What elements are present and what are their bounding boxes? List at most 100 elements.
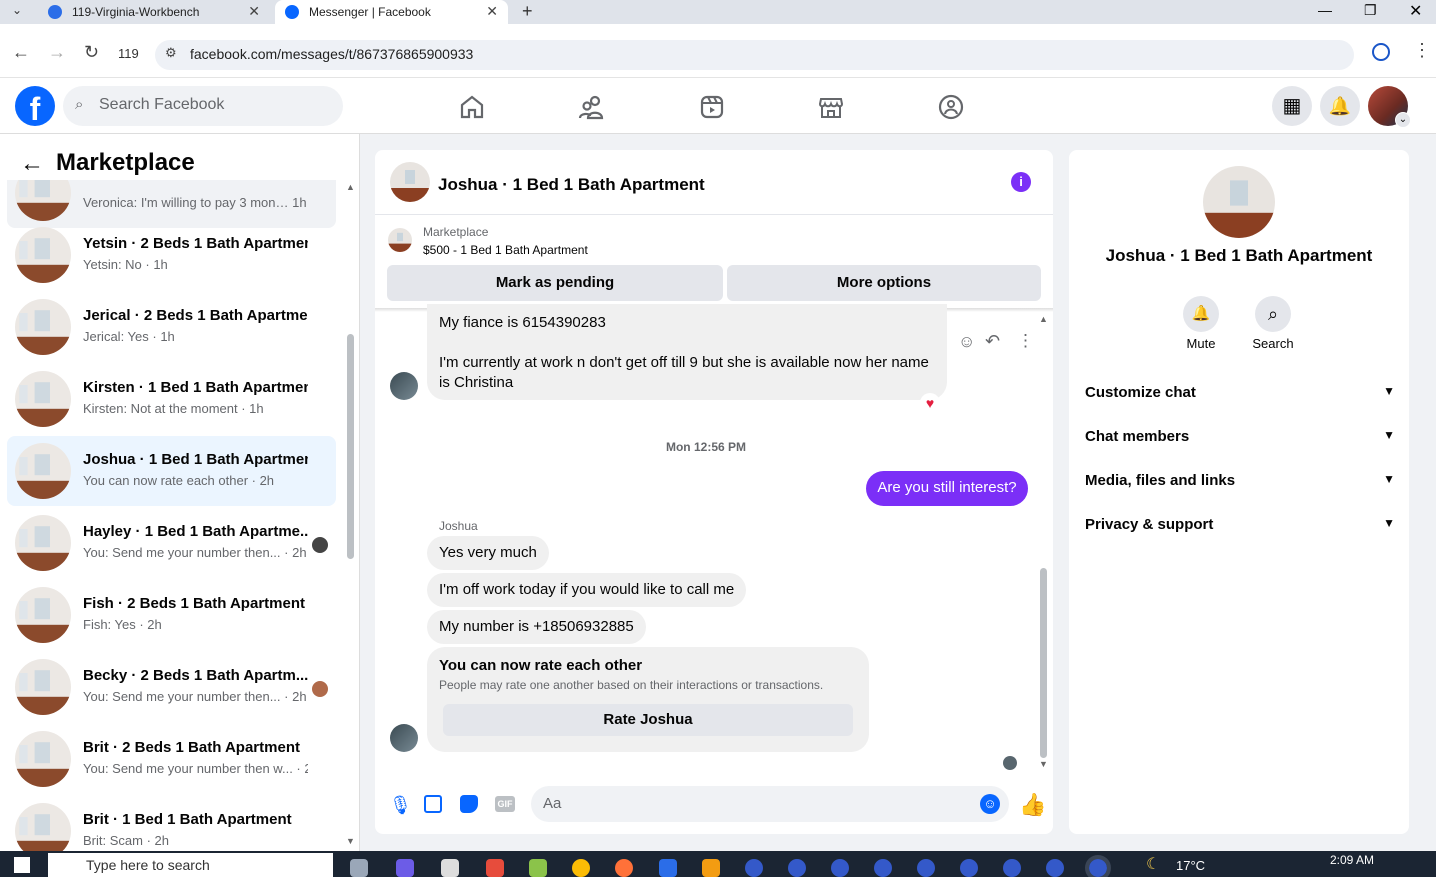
chat-scrollbar[interactable] xyxy=(1040,568,1047,758)
listing-price[interactable]: $500 - 1 Bed 1 Bath Apartment xyxy=(423,243,588,257)
more-options-button[interactable]: More options xyxy=(727,265,1041,301)
menu-grid-button[interactable]: ▦ xyxy=(1272,86,1312,126)
app-icon[interactable] xyxy=(702,859,720,877)
new-tab-icon[interactable]: + xyxy=(522,1,533,22)
browser-tab[interactable]: 119-Virginia-Workbench ✕ xyxy=(38,0,270,24)
friends-icon[interactable] xyxy=(577,92,607,122)
conversation-item[interactable]: Joshua · 1 Bed 1 Bath Apartment You can n… xyxy=(7,436,336,506)
chat-title[interactable]: Joshua · 1 Bed 1 Bath Apartment xyxy=(438,175,705,195)
react-emoji-icon[interactable]: ☺ xyxy=(958,332,975,352)
conversation-item[interactable]: Becky · 2 Beds 1 Bath Apartm... You: Send… xyxy=(7,652,336,722)
scroll-down-arrow-icon[interactable]: ▼ xyxy=(346,836,355,846)
app-icon[interactable] xyxy=(659,859,677,877)
conversation-title: Kirsten · 1 Bed 1 Bath Apartment xyxy=(83,379,308,396)
profile-icon[interactable] xyxy=(1372,43,1390,61)
message-bubble[interactable]: I'm off work today if you would like to … xyxy=(427,573,747,607)
app-icon[interactable] xyxy=(529,859,547,877)
heart-reaction-icon[interactable]: ♥ xyxy=(920,393,940,413)
message-bubble[interactable]: My fiance is 6154390283 I'm currently at… xyxy=(427,304,947,400)
taskbar-search[interactable]: Type here to search xyxy=(48,853,333,877)
back-icon[interactable]: ← xyxy=(12,42,30,63)
clock[interactable]: 2:09 AM xyxy=(1330,853,1374,867)
conversation-item[interactable]: Jerical · 2 Beds 1 Bath Apartment Jerical… xyxy=(7,292,336,362)
chrome-icon[interactable] xyxy=(572,859,590,877)
browser-tab-active[interactable]: Messenger | Facebook ✕ xyxy=(275,0,508,24)
reload-icon[interactable]: ↻ xyxy=(84,42,99,63)
browser-instance-icon[interactable] xyxy=(960,859,978,877)
back-arrow-icon[interactable]: ← xyxy=(20,150,44,178)
copilot-icon[interactable] xyxy=(396,859,414,877)
close-tab-icon[interactable]: ✕ xyxy=(486,3,498,20)
rating-title: You can now rate each other xyxy=(439,657,643,674)
message-input[interactable]: Aa ☺ xyxy=(531,786,1009,822)
listing-thumbnail[interactable] xyxy=(388,228,412,252)
browser-instance-icon[interactable] xyxy=(1003,859,1021,877)
chat-header-thumbnail[interactable] xyxy=(390,162,430,202)
sender-avatar[interactable] xyxy=(390,724,418,752)
chat-scroll-down-icon[interactable]: ▼ xyxy=(1039,759,1048,769)
browser-instance-icon[interactable] xyxy=(788,859,806,877)
windows-start-icon[interactable] xyxy=(14,857,30,873)
conversation-item[interactable]: Hayley · 1 Bed 1 Bath Apartme... You: Sen… xyxy=(7,508,336,578)
reply-icon[interactable]: ↶ xyxy=(985,331,1000,352)
media-files-section[interactable]: Media, files and links ▼ xyxy=(1085,472,1395,489)
conversation-item[interactable]: Yetsin · 2 Beds 1 Bath Apartment Yetsin: … xyxy=(7,220,336,290)
app-icon[interactable] xyxy=(441,859,459,877)
conversation-item[interactable]: Kirsten · 1 Bed 1 Bath Apartment Kirsten:… xyxy=(7,364,336,434)
sent-message[interactable]: Are you still interest? xyxy=(866,471,1028,506)
participant-avatar xyxy=(312,681,328,697)
mark-pending-button[interactable]: Mark as pending xyxy=(387,265,723,301)
rate-joshua-button[interactable]: Rate Joshua xyxy=(443,704,853,736)
customize-chat-section[interactable]: Customize chat ▼ xyxy=(1085,384,1395,401)
conversation-item[interactable]: Fish · 2 Beds 1 Bath Apartment Fish: Yes … xyxy=(7,580,336,650)
browser-instance-icon[interactable] xyxy=(1046,859,1064,877)
browser-instance-icon[interactable] xyxy=(745,859,763,877)
emoji-icon[interactable]: ☺ xyxy=(980,794,1000,814)
sidebar-scrollbar[interactable] xyxy=(347,334,354,559)
message-bubble[interactable]: Yes very much xyxy=(427,536,549,570)
info-icon[interactable]: i xyxy=(1011,172,1031,192)
marketplace-icon[interactable] xyxy=(816,92,846,122)
browser-instance-icon[interactable] xyxy=(917,859,935,877)
window-close-icon[interactable]: ✕ xyxy=(1409,1,1422,21)
search-conversation-button[interactable]: ⌕ xyxy=(1255,296,1291,332)
details-thumbnail[interactable] xyxy=(1203,166,1275,238)
conversation-item[interactable]: Brit · 2 Beds 1 Bath Apartment You: Send … xyxy=(7,724,336,794)
extension-counter[interactable]: 119 xyxy=(118,46,139,61)
groups-icon[interactable] xyxy=(936,92,966,122)
site-info-icon[interactable]: ⚙ xyxy=(165,45,177,61)
conversation-item[interactable]: Brit · 1 Bed 1 Bath Apartment Brit: Scam … xyxy=(7,796,336,851)
task-view-icon[interactable] xyxy=(350,859,368,877)
browser-menu-icon[interactable]: ⋮ xyxy=(1413,40,1431,61)
gif-icon[interactable]: GIF xyxy=(495,796,515,812)
microphone-icon[interactable]: 🎙 xyxy=(389,795,412,816)
maximize-icon[interactable]: ❐ xyxy=(1364,2,1377,19)
browser-instance-icon[interactable] xyxy=(1085,855,1111,877)
message-more-icon[interactable]: ⋮ xyxy=(1017,331,1034,351)
facebook-logo[interactable]: f xyxy=(15,86,55,126)
browser-instance-icon[interactable] xyxy=(874,859,892,877)
account-chevron-icon[interactable]: ⌄ xyxy=(1395,112,1411,128)
search-input[interactable]: ⌕ Search Facebook xyxy=(63,86,343,126)
chat-members-section[interactable]: Chat members ▼ xyxy=(1085,428,1395,445)
forward-icon[interactable]: → xyxy=(48,42,66,63)
firefox-icon[interactable] xyxy=(615,859,633,877)
video-icon[interactable] xyxy=(697,92,727,122)
notifications-button[interactable]: 🔔 xyxy=(1320,86,1360,126)
browser-instance-icon[interactable] xyxy=(831,859,849,877)
mute-button[interactable]: 🔔 xyxy=(1183,296,1219,332)
url-field[interactable]: ⚙ facebook.com/messages/t/86737686590093… xyxy=(155,40,1354,70)
sticker-icon[interactable] xyxy=(460,795,478,813)
chat-scroll-up-icon[interactable]: ▲ xyxy=(1039,314,1048,324)
minimize-icon[interactable]: — xyxy=(1318,2,1332,18)
close-tab-icon[interactable]: ✕ xyxy=(248,3,260,20)
sender-avatar[interactable] xyxy=(390,372,418,400)
app-icon[interactable] xyxy=(486,859,504,877)
tab-list-chevron-icon[interactable]: ⌄ xyxy=(12,3,22,17)
thumbs-up-icon[interactable]: 👍 xyxy=(1019,792,1046,818)
scroll-up-arrow-icon[interactable]: ▲ xyxy=(346,182,355,192)
message-bubble[interactable]: My number is +18506932885 xyxy=(427,610,646,644)
home-icon[interactable] xyxy=(457,92,487,122)
privacy-support-section[interactable]: Privacy & support ▼ xyxy=(1085,516,1395,533)
photo-icon[interactable] xyxy=(424,795,442,813)
